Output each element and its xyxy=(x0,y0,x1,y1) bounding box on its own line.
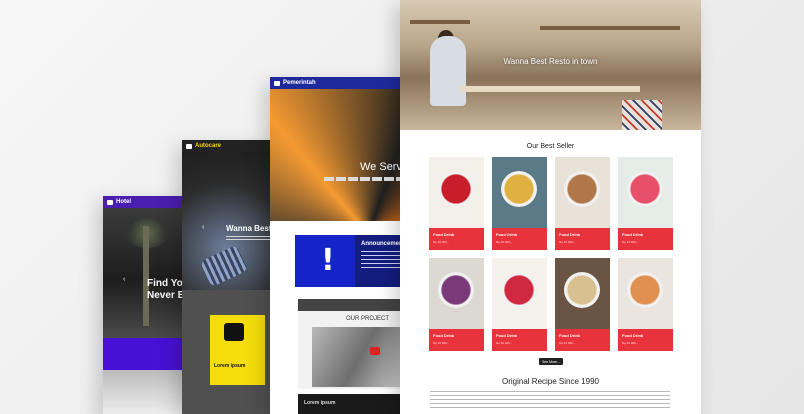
announcement-icon-box: ! xyxy=(295,235,355,287)
counter-table xyxy=(460,86,640,92)
patterned-wall xyxy=(622,100,662,130)
announcement-title: Announcement xyxy=(361,241,405,247)
product-name: Food Drink xyxy=(622,232,644,237)
product-card[interactable]: Food Drink Rp 40.000,- xyxy=(555,258,610,351)
shelf-decoration xyxy=(540,26,680,30)
food-plate-image xyxy=(501,171,537,207)
product-name: Food Drink xyxy=(433,333,455,338)
product-name: Food Drink xyxy=(496,333,518,338)
product-name: Food Drink xyxy=(433,232,455,237)
product-photo xyxy=(618,258,673,329)
product-label: Food Drink Rp 40.000,- xyxy=(492,329,547,351)
food-plate-image xyxy=(564,171,600,207)
food-plate-image xyxy=(501,272,537,308)
video-thumbnail xyxy=(312,327,408,387)
product-card[interactable]: Food Drink Rp 40.000,- xyxy=(492,258,547,351)
autocare-feature-text: Lorem ipsum xyxy=(214,363,246,369)
product-label: Food Drink Rp 40.000,- xyxy=(618,329,673,351)
product-name: Food Drink xyxy=(559,232,581,237)
product-price: Rp 40.000,- xyxy=(433,240,449,244)
pemerintah-hero-image: We Serve xyxy=(270,89,410,221)
product-label: Food Drink Rp 40.000,- xyxy=(492,228,547,250)
pemerintah-footer-text: Lorem ipsum xyxy=(304,400,336,406)
hotel-prev-arrow-icon[interactable]: ‹ xyxy=(123,276,125,283)
product-photo xyxy=(492,258,547,329)
palm-trunk xyxy=(143,226,149,326)
announcement-banner[interactable]: ! Announcement xyxy=(295,235,410,287)
resto-hero-image: Wanna Best Resto in town xyxy=(400,0,701,130)
product-price: Rp 40.000,- xyxy=(559,240,575,244)
product-name: Food Drink xyxy=(496,232,518,237)
product-photo xyxy=(492,157,547,228)
product-price: Rp 40.000,- xyxy=(622,341,638,345)
product-price: Rp 40.000,- xyxy=(433,341,449,345)
pemerintah-topbar-label: Pemerintah xyxy=(283,80,316,86)
autocare-feature-box: Lorem ipsum xyxy=(210,315,265,385)
product-card[interactable]: Food Drink Rp 40.000,- xyxy=(492,157,547,250)
see-more-button[interactable]: See More... xyxy=(539,358,563,365)
product-photo xyxy=(429,258,484,329)
product-label: Food Drink Rp 40.000,- xyxy=(618,228,673,250)
government-building-icon xyxy=(274,80,280,86)
product-card[interactable]: Food Drink Rp 40.000,- xyxy=(555,157,610,250)
project-video-embed[interactable]: OUR PROJECT xyxy=(298,299,410,389)
product-label: Food Drink Rp 40.000,- xyxy=(429,228,484,250)
food-plate-image xyxy=(438,272,474,308)
play-icon[interactable] xyxy=(370,347,380,355)
food-plate-image xyxy=(627,171,663,207)
video-title: OUR PROJECT xyxy=(346,316,390,322)
product-label: Food Drink Rp 40.000,- xyxy=(429,329,484,351)
product-name: Food Drink xyxy=(622,333,644,338)
product-label: Food Drink Rp 40.000,- xyxy=(555,228,610,250)
pemerintah-template-preview: Pemerintah We Serve ! Announcement OUR P… xyxy=(270,77,410,414)
product-card[interactable]: Food Drink Rp 40.000,- xyxy=(618,157,673,250)
product-card[interactable]: Food Drink Rp 40.000,- xyxy=(429,258,484,351)
product-name: Food Drink xyxy=(559,333,581,338)
recipe-section-title: Original Recipe Since 1990 xyxy=(502,377,599,386)
product-card[interactable]: Food Drink Rp 40.000,- xyxy=(429,157,484,250)
resto-hero-text: Wanna Best Resto in town xyxy=(503,57,598,66)
product-photo xyxy=(429,157,484,228)
car-icon xyxy=(186,143,192,149)
product-photo xyxy=(555,157,610,228)
food-plate-image xyxy=(564,272,600,308)
food-plate-image xyxy=(438,171,474,207)
announcement-text-lines xyxy=(361,251,405,271)
food-plate-image xyxy=(627,272,663,308)
suspension-spring-image xyxy=(199,244,249,288)
pemerintah-footer: Lorem ipsum xyxy=(298,394,410,414)
video-title-bar xyxy=(298,299,410,311)
seated-person-image xyxy=(430,36,466,106)
product-photo xyxy=(555,258,610,329)
autocare-prev-arrow-icon[interactable]: ‹ xyxy=(202,224,204,231)
best-seller-title: Our Best Seller xyxy=(526,143,575,150)
hotel-topbar-label: Hotel xyxy=(116,199,131,205)
shelf-decoration xyxy=(410,20,470,24)
product-price: Rp 40.000,- xyxy=(559,341,575,345)
hotel-logo-icon xyxy=(107,199,113,205)
product-photo xyxy=(618,157,673,228)
product-card[interactable]: Food Drink Rp 40.000,- xyxy=(618,258,673,351)
product-label: Food Drink Rp 40.000,- xyxy=(555,329,610,351)
product-price: Rp 40.000,- xyxy=(622,240,638,244)
product-price: Rp 40.000,- xyxy=(496,341,512,345)
resto-template-preview: Wanna Best Resto in town Our Best Seller… xyxy=(400,0,701,414)
recipe-paragraph-lines xyxy=(430,391,670,411)
car-service-icon xyxy=(224,323,244,341)
exclamation-icon: ! xyxy=(321,243,335,278)
product-grid: Food Drink Rp 40.000,- Food Drink Rp 40.000… xyxy=(429,157,673,351)
autocare-topbar-label: Autocare xyxy=(195,143,222,149)
product-price: Rp 40.000,- xyxy=(496,240,512,244)
pemerintah-topbar: Pemerintah xyxy=(270,77,410,89)
pemerintah-hero-subtext xyxy=(324,177,404,181)
